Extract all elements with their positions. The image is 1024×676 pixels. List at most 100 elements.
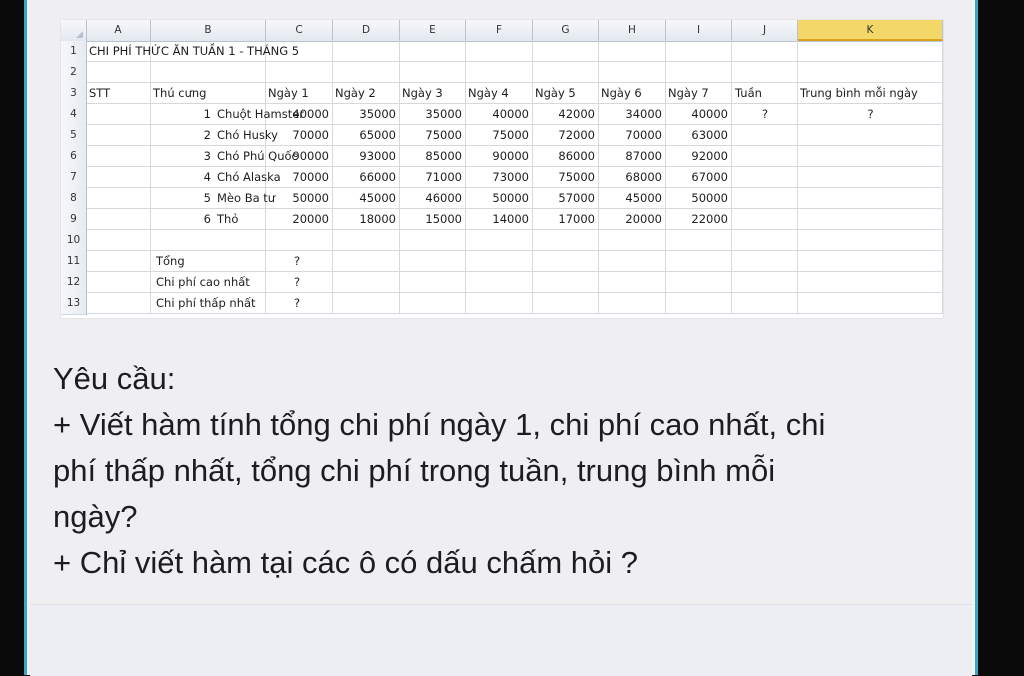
day-cost-cell: 73000 — [492, 170, 529, 184]
header-day-2: Ngày 2 — [335, 86, 376, 100]
requirements-heading: Yêu cầu: — [53, 361, 176, 396]
header-day-1: Ngày 1 — [268, 86, 309, 100]
day-cost-cell: 72000 — [558, 128, 595, 142]
day-cost-cell: 15000 — [425, 212, 462, 226]
row-header-3: 3 — [61, 83, 87, 105]
header-pet: Thú cưng — [153, 86, 207, 100]
day-cost-cell: 34000 — [625, 107, 662, 121]
requirements-line-3: ngày? — [53, 499, 138, 534]
day-cost-cell: 40000 — [292, 107, 329, 121]
row-header-2: 2 — [61, 62, 87, 84]
post-footer — [30, 604, 972, 676]
sheet-title-cell: CHI PHÍ THỨC ĂN TUẦN 1 - THÁNG 5 — [89, 44, 300, 58]
column-header-i: I — [666, 20, 732, 41]
column-header-j: J — [732, 20, 798, 41]
summary-value-cell: ? — [294, 275, 301, 289]
pet-stt-cell: 2 — [203, 128, 211, 142]
day-cost-cell: 45000 — [359, 191, 396, 205]
day-cost-cell: 87000 — [625, 149, 662, 163]
summary-value-cell: ? — [294, 254, 301, 268]
day-cost-cell: 75000 — [425, 128, 462, 142]
column-header-d: D — [333, 20, 400, 41]
pet-name-cell: Thỏ — [217, 212, 239, 226]
day-cost-cell: 70000 — [625, 128, 662, 142]
day-cost-cell: 17000 — [558, 212, 595, 226]
column-header-k: K — [798, 20, 943, 41]
day-cost-cell: 50000 — [691, 191, 728, 205]
week-total-cell: ? — [761, 107, 769, 121]
day-cost-cell: 50000 — [492, 191, 529, 205]
row-header-6: 6 — [61, 146, 87, 168]
day-cost-cell: 45000 — [625, 191, 662, 205]
row-header-9: 9 — [61, 209, 87, 231]
average-cell: ? — [867, 107, 874, 121]
column-header-a: A — [86, 20, 151, 41]
pet-stt-cell: 3 — [203, 149, 211, 163]
day-cost-cell: 40000 — [691, 107, 728, 121]
summary-label-cell: Chi phí cao nhất — [156, 275, 250, 289]
spreadsheet-image: ABCDEFGHIJK 1 2 3 4 5 6 7 8 9 10 11 12 13 CHI PHÍ THỨ… — [61, 20, 943, 318]
row-header-12: 12 — [61, 272, 87, 294]
header-day-3: Ngày 3 — [402, 86, 443, 100]
day-cost-cell: 68000 — [625, 170, 662, 184]
day-cost-cell: 42000 — [558, 107, 595, 121]
day-cost-cell: 65000 — [359, 128, 396, 142]
pet-stt-cell: 6 — [203, 212, 211, 226]
day-cost-cell: 14000 — [492, 212, 529, 226]
day-cost-cell: 35000 — [425, 107, 462, 121]
column-header-row: ABCDEFGHIJK — [61, 20, 943, 42]
day-cost-cell: 70000 — [292, 128, 329, 142]
day-cost-cell: 20000 — [292, 212, 329, 226]
row-header-7: 7 — [61, 167, 87, 189]
column-header-b: B — [151, 20, 266, 41]
summary-value-cell: ? — [294, 296, 301, 310]
day-cost-cell: 75000 — [558, 170, 595, 184]
row-header-10: 10 — [61, 230, 87, 252]
day-cost-cell: 40000 — [492, 107, 529, 121]
summary-label-cell: Tổng — [156, 254, 185, 268]
day-cost-cell: 75000 — [492, 128, 529, 142]
day-cost-cell: 35000 — [359, 107, 396, 121]
day-cost-cell: 71000 — [425, 170, 462, 184]
day-cost-cell: 70000 — [292, 170, 329, 184]
column-header-h: H — [599, 20, 666, 41]
summary-label-cell: Chi phí thấp nhất — [156, 296, 256, 310]
day-cost-cell: 22000 — [691, 212, 728, 226]
day-cost-cell: 20000 — [625, 212, 662, 226]
pet-stt-cell: 4 — [203, 170, 211, 184]
header-stt: STT — [89, 86, 111, 100]
row-header-4: 4 — [61, 104, 87, 126]
day-cost-cell: 92000 — [691, 149, 728, 163]
day-cost-cell: 90000 — [492, 149, 529, 163]
requirements-line-2: phí thấp nhất, tổng chi phí trong tuần, … — [53, 453, 776, 488]
day-cost-cell: 86000 — [558, 149, 595, 163]
column-header-g: G — [533, 20, 599, 41]
select-all-corner — [61, 20, 87, 41]
day-cost-cell: 46000 — [425, 191, 462, 205]
requirements-line-1: + Viết hàm tính tổng chi phí ngày 1, chi… — [53, 407, 826, 442]
day-cost-cell: 67000 — [691, 170, 728, 184]
row-header-1: 1 — [61, 41, 87, 63]
row-header-13: 13 — [61, 293, 87, 315]
header-day-4: Ngày 4 — [468, 86, 509, 100]
pet-stt-cell: 5 — [203, 191, 211, 205]
pet-stt-cell: 1 — [203, 107, 211, 121]
row-header-11: 11 — [61, 251, 87, 273]
requirements-line-4: + Chỉ viết hàm tại các ô có dấu chấm hỏi… — [53, 545, 639, 580]
day-cost-cell: 50000 — [292, 191, 329, 205]
day-cost-cell: 93000 — [359, 149, 396, 163]
header-average: Trung bình mỗi ngày — [800, 86, 918, 100]
day-cost-cell: 85000 — [425, 149, 462, 163]
row-header-8: 8 — [61, 188, 87, 210]
column-header-e: E — [400, 20, 466, 41]
day-cost-cell: 66000 — [359, 170, 396, 184]
day-cost-cell: 57000 — [558, 191, 595, 205]
header-day-6: Ngày 6 — [601, 86, 642, 100]
header-day-5: Ngày 5 — [535, 86, 576, 100]
header-week: Tuần — [735, 86, 762, 100]
post-frame-right-border — [975, 0, 978, 675]
day-cost-cell: 90000 — [292, 149, 329, 163]
header-day-7: Ngày 7 — [668, 86, 709, 100]
day-cost-cell: 63000 — [691, 128, 728, 142]
column-header-c: C — [266, 20, 333, 41]
